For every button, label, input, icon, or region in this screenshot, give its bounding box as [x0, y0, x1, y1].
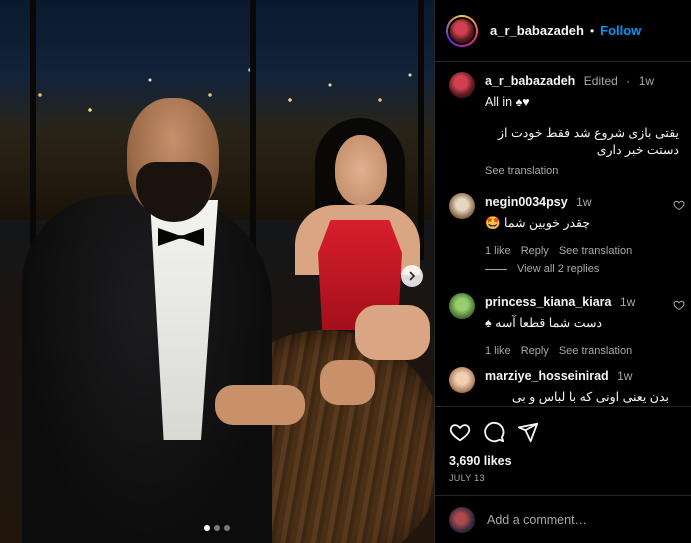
likes-count[interactable]: 3,690 likes: [435, 454, 691, 468]
share-button[interactable]: [517, 421, 539, 443]
add-comment-bar: [435, 495, 691, 543]
comment-like-count[interactable]: 1 like: [485, 245, 511, 257]
reply-button[interactable]: Reply: [521, 245, 549, 257]
separator-dot: •: [589, 23, 595, 38]
comment-time[interactable]: 1w: [620, 295, 635, 309]
see-translation-link[interactable]: See translation: [559, 345, 632, 357]
caption: a_r_babazadeh Edited · 1w All in ♠♥ یقتی…: [449, 72, 685, 177]
caption-text-persian: یقتی بازی شروع شد فقط خودت از دستت خبر د…: [497, 126, 679, 157]
comment-time[interactable]: 1w: [576, 195, 591, 209]
post-date[interactable]: JULY 13: [435, 473, 691, 483]
author-avatar[interactable]: [446, 14, 478, 47]
commenter-username[interactable]: princess_kiana_kiara: [485, 295, 611, 309]
post-header: a_r_babazadeh • Follow: [435, 0, 691, 62]
share-icon: [517, 422, 539, 443]
carousel-dot: [204, 525, 210, 531]
post-media[interactable]: [0, 0, 434, 543]
view-replies-button[interactable]: View all 2 replies: [485, 263, 599, 275]
commenter-avatar[interactable]: [449, 193, 475, 219]
comments-list[interactable]: a_r_babazadeh Edited · 1w All in ♠♥ یقتی…: [435, 63, 691, 405]
view-replies-label[interactable]: View all 2 replies: [517, 263, 599, 275]
carousel-dot: [224, 525, 230, 531]
see-translation-link[interactable]: See translation: [559, 245, 632, 257]
comment-time[interactable]: 1w: [617, 369, 632, 383]
man-suit: [22, 195, 272, 543]
edited-label: Edited: [583, 74, 618, 88]
commenter-avatar[interactable]: [449, 367, 475, 393]
heart-icon[interactable]: [673, 299, 685, 311]
commenter-avatar[interactable]: [449, 293, 475, 319]
comment: princess_kiana_kiara 1w دست شما قطعا آسه…: [449, 293, 685, 357]
woman-hands: [355, 305, 430, 360]
comment-text: بدن یعنی اونی که با لباس و بی لباس: [511, 390, 669, 404]
next-photo-button[interactable]: [401, 265, 423, 287]
reply-button[interactable]: Reply: [521, 345, 549, 357]
meta-dot: ·: [626, 74, 631, 88]
commenter-username[interactable]: marziye_hosseinirad: [485, 369, 609, 383]
post-actions: 3,690 likes JULY 13: [435, 406, 691, 543]
comment-like-count[interactable]: 1 like: [485, 345, 511, 357]
user-avatar: [449, 506, 475, 533]
caption-username[interactable]: a_r_babazadeh: [485, 74, 575, 88]
follow-button[interactable]: Follow: [600, 23, 641, 38]
heart-icon: [449, 424, 471, 442]
heart-icon[interactable]: [673, 199, 685, 211]
post-side-panel: a_r_babazadeh • Follow a_r_babazadeh Edi…: [434, 0, 691, 543]
window-frame: [418, 0, 424, 260]
chevron-right-icon: [409, 271, 416, 281]
see-translation-link[interactable]: See translation: [485, 165, 685, 177]
man-hand: [215, 385, 305, 425]
author-username[interactable]: a_r_babazadeh: [490, 23, 584, 38]
carousel-dot: [214, 525, 220, 531]
add-comment-input[interactable]: [487, 512, 667, 527]
comment: negin0034psy 1w چقدر خوبین شما 🤩 1 like …: [449, 193, 685, 257]
man-hand: [320, 360, 375, 405]
like-button[interactable]: [449, 421, 471, 443]
comment-text: دست شما قطعا آسه ♠: [485, 316, 603, 330]
window-frame: [30, 0, 36, 260]
author-avatar[interactable]: [449, 72, 475, 98]
caption-time[interactable]: 1w: [639, 74, 654, 88]
replies-line: [485, 268, 507, 270]
window-frame: [250, 0, 256, 260]
woman-face: [335, 135, 387, 205]
comment-icon: [484, 421, 505, 443]
carousel-indicator: [0, 525, 434, 531]
commenter-username[interactable]: negin0034psy: [485, 195, 568, 209]
comment-text: چقدر خوبین شما 🤩: [485, 216, 591, 230]
comment: marziye_hosseinirad 1w بدن یعنی اونی که …: [449, 367, 685, 405]
comment-button[interactable]: [483, 421, 505, 443]
caption-line: All in ♠♥: [485, 95, 530, 109]
